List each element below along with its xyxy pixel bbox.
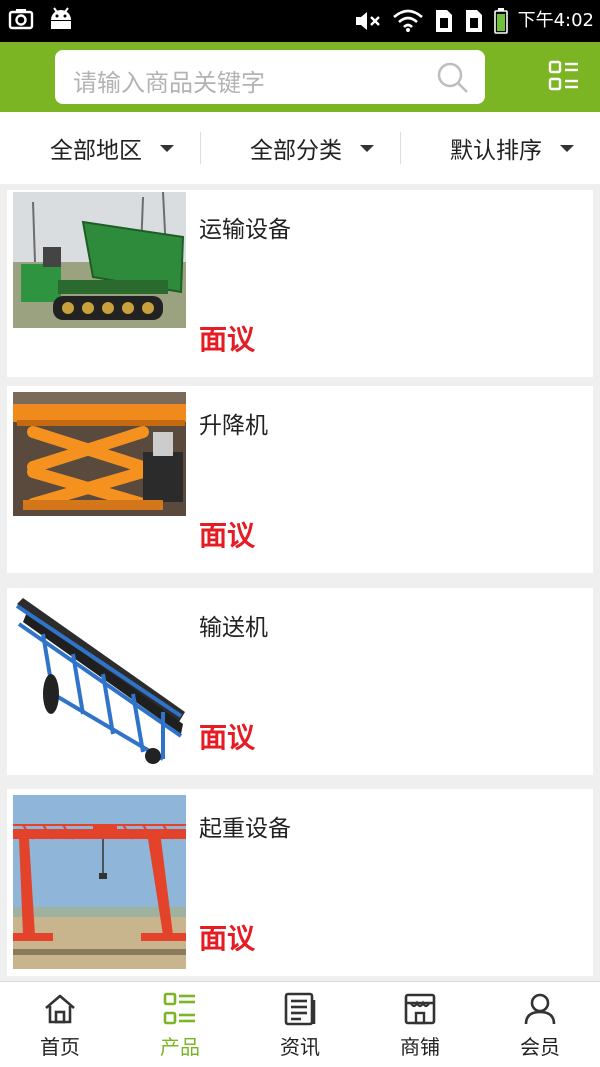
tab-member[interactable]: 会员 (480, 982, 600, 1067)
search-icon[interactable] (437, 62, 469, 94)
home-icon (45, 994, 75, 1024)
mute-icon (355, 12, 380, 30)
android-icon (51, 7, 71, 29)
search-placeholder: 请输入商品关键字 (73, 69, 265, 97)
filter-sort[interactable]: 默认排序 (450, 112, 574, 184)
wifi-icon (392, 9, 423, 32)
tab-products[interactable]: 产品 (120, 982, 240, 1067)
filter-category-label: 全部分类 (250, 138, 342, 164)
divider (400, 132, 401, 164)
product-image-scissor-lift[interactable] (13, 392, 186, 516)
caret-down-icon (160, 144, 174, 152)
filter-sort-label: 默认排序 (450, 138, 542, 164)
sim1-icon (435, 10, 452, 32)
filter-bar: 全部地区 全部分类 默认排序 (0, 112, 600, 184)
tab-shop-label: 商铺 (400, 1035, 440, 1059)
user-icon (524, 993, 556, 1025)
search-input[interactable]: 请输入商品关键字 (55, 50, 485, 104)
product-price: 面议 (199, 323, 256, 356)
tab-home[interactable]: 首页 (0, 982, 120, 1067)
bottom-tab-bar: 首页 产品 资讯 商铺 会员 (0, 981, 600, 1067)
product-name: 运输设备 (199, 217, 291, 243)
news-icon (284, 992, 316, 1026)
battery-icon (493, 8, 508, 34)
product-card[interactable]: 运输设备 面议 (7, 190, 593, 377)
product-name: 输送机 (199, 615, 268, 641)
tab-news-label: 资讯 (280, 1035, 320, 1059)
product-name: 起重设备 (199, 816, 291, 842)
product-price: 面议 (199, 721, 256, 754)
status-bar: 下午4:02 (0, 0, 600, 42)
product-price: 面议 (199, 922, 256, 955)
product-image-gantry-crane[interactable] (13, 795, 186, 969)
shop-icon (404, 993, 436, 1025)
caret-down-icon (360, 144, 374, 152)
tab-products-label: 产品 (160, 1035, 200, 1059)
filter-region-label: 全部地区 (50, 138, 142, 164)
product-image-belt-conveyor[interactable] (13, 594, 186, 768)
tab-member-label: 会员 (520, 1035, 560, 1059)
product-name: 升降机 (199, 413, 268, 439)
product-card[interactable]: 起重设备 面议 (7, 789, 593, 976)
filter-category[interactable]: 全部分类 (250, 112, 374, 184)
header-bar: 请输入商品关键字 (0, 42, 600, 112)
tab-shop[interactable]: 商铺 (360, 982, 480, 1067)
filter-region[interactable]: 全部地区 (50, 112, 174, 184)
tab-home-label: 首页 (40, 1035, 80, 1059)
product-price: 面议 (199, 519, 256, 552)
product-card[interactable]: 升降机 面议 (7, 386, 593, 573)
grid-menu-icon[interactable] (548, 60, 580, 92)
tab-news[interactable]: 资讯 (240, 982, 360, 1067)
list-icon (163, 992, 195, 1025)
caret-down-icon (560, 144, 574, 152)
clock: 下午4:02 (517, 10, 594, 31)
camera-icon (8, 9, 34, 30)
product-image-dump-truck[interactable] (13, 192, 186, 328)
sim2-icon (465, 10, 482, 32)
divider (200, 132, 201, 164)
product-card[interactable]: 输送机 面议 (7, 588, 593, 775)
